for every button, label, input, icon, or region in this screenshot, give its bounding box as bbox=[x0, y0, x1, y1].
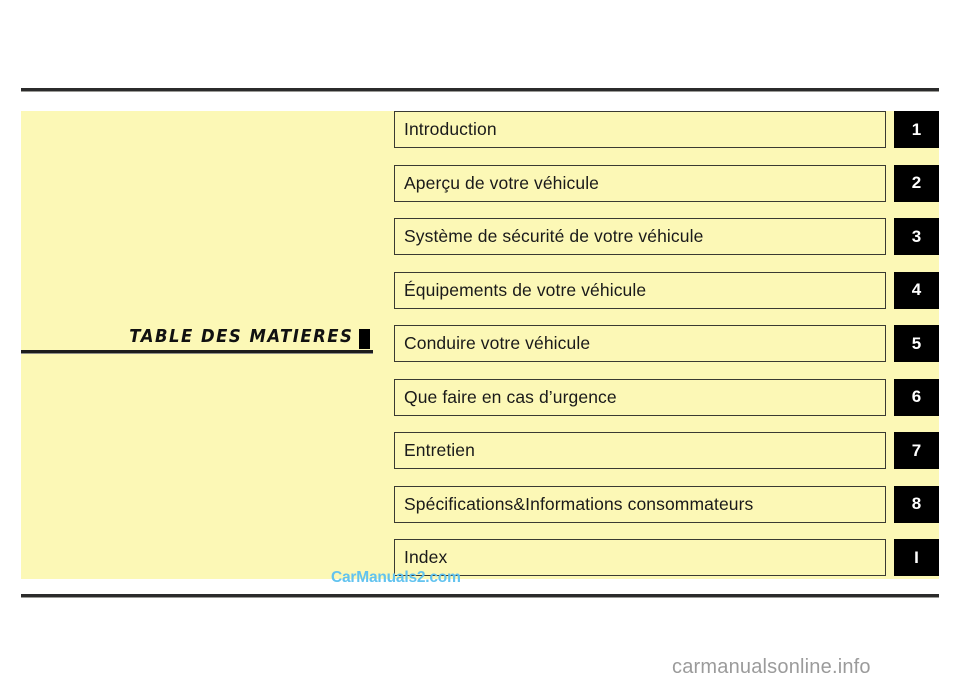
toc-row[interactable]: Introduction 1 bbox=[394, 111, 939, 148]
table-of-contents: Introduction 1 Aperçu de votre véhicule … bbox=[394, 111, 939, 576]
top-divider-rule bbox=[21, 88, 939, 92]
toc-chapter-tab[interactable]: 5 bbox=[894, 325, 939, 362]
bottom-divider-rule bbox=[21, 594, 939, 598]
toc-row[interactable]: Entretien 7 bbox=[394, 432, 939, 469]
toc-entry-label[interactable]: Entretien bbox=[394, 432, 886, 469]
toc-row[interactable]: Conduire votre véhicule 5 bbox=[394, 325, 939, 362]
toc-row[interactable]: Aperçu de votre véhicule 2 bbox=[394, 164, 939, 202]
toc-chapter-tab[interactable]: I bbox=[894, 539, 939, 576]
outer-watermark: carmanualsonline.info bbox=[672, 656, 871, 678]
toc-row[interactable]: Système de sécurité de votre véhicule 3 bbox=[394, 218, 939, 255]
inner-watermark: CarManuals2.com bbox=[331, 569, 461, 586]
toc-row[interactable]: Index I bbox=[394, 539, 939, 576]
toc-entry-label[interactable]: Système de sécurité de votre véhicule bbox=[394, 218, 886, 255]
toc-chapter-tab[interactable]: 2 bbox=[894, 164, 939, 202]
toc-chapter-tab[interactable]: 7 bbox=[894, 432, 939, 469]
toc-entry-label[interactable]: Spécifications&Informations consommateur… bbox=[394, 485, 886, 523]
toc-entry-label[interactable]: Équipements de votre véhicule bbox=[394, 271, 886, 309]
toc-entry-label[interactable]: Index bbox=[394, 539, 886, 576]
toc-row[interactable]: Que faire en cas d’urgence 6 bbox=[394, 378, 939, 416]
toc-chapter-tab[interactable]: 3 bbox=[894, 218, 939, 255]
toc-chapter-tab[interactable]: 4 bbox=[894, 271, 939, 309]
title-underline bbox=[21, 350, 373, 354]
toc-row[interactable]: Spécifications&Informations consommateur… bbox=[394, 485, 939, 523]
square-marker-icon bbox=[359, 329, 370, 349]
toc-chapter-tab[interactable]: 8 bbox=[894, 485, 939, 523]
toc-entry-label[interactable]: Aperçu de votre véhicule bbox=[394, 164, 886, 202]
toc-entry-label[interactable]: Conduire votre véhicule bbox=[394, 325, 886, 362]
page-title-block: TABLE DES MATIERES bbox=[21, 313, 373, 359]
toc-chapter-tab[interactable]: 6 bbox=[894, 378, 939, 416]
toc-entry-label[interactable]: Que faire en cas d’urgence bbox=[394, 378, 886, 416]
toc-entry-label[interactable]: Introduction bbox=[394, 111, 886, 148]
toc-row[interactable]: Équipements de votre véhicule 4 bbox=[394, 271, 939, 309]
toc-chapter-tab[interactable]: 1 bbox=[894, 111, 939, 148]
page-title: TABLE DES MATIERES bbox=[128, 327, 353, 347]
